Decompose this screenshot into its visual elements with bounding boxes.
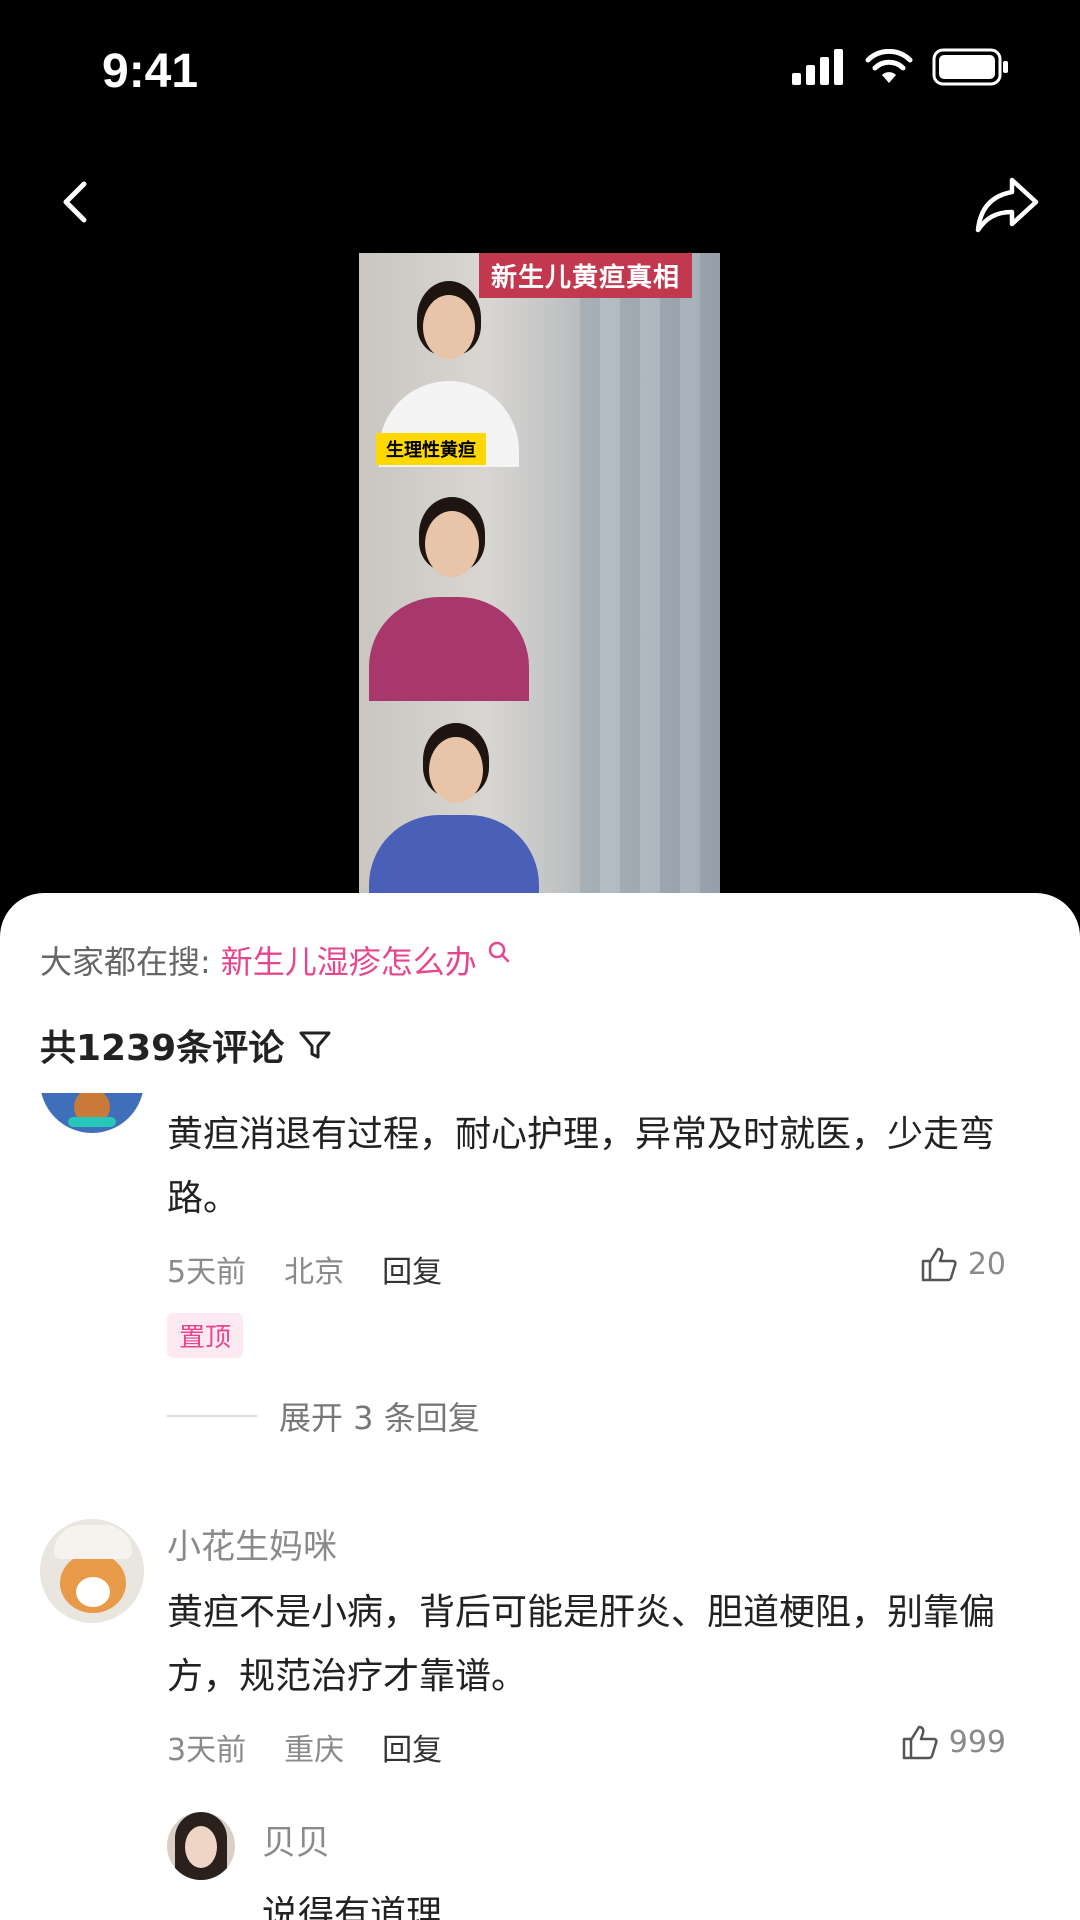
comment-text: 黄疸消退有过程，耐心护理，异常及时就医，少走弯 路。 <box>167 1114 996 1219</box>
thumbs-up-icon <box>921 1247 957 1282</box>
comment-username[interactable]: 小花生妈咪 <box>167 1519 337 1568</box>
trending-search-term[interactable]: 新生儿湿疹怎么办 <box>221 937 477 983</box>
wifi-icon <box>865 49 913 83</box>
like-button[interactable]: 999 <box>901 1723 1006 1761</box>
reply-button[interactable]: 回复 <box>382 1247 442 1291</box>
trending-search: 大家都在搜: 新生儿湿疹怎么办 <box>40 937 511 983</box>
video-frame <box>359 701 720 893</box>
like-button[interactable]: 20 <box>920 1245 1006 1283</box>
top-bar <box>0 160 1080 250</box>
comments-sheet: 大家都在搜: 新生儿湿疹怎么办 共1239条评论 黄疸消退有过程，耐心护理，异常… <box>0 893 1080 1920</box>
comment-time: 5天前 <box>167 1255 247 1290</box>
comment-count: 共1239条评论 <box>40 1028 285 1069</box>
expand-replies-label[interactable]: 展开 3 条回复 <box>279 1393 480 1439</box>
comment-text: 黄疸不是小病，背后可能是肝炎、胆道梗阻，别靠偏 方，规范治疗才靠谱。 <box>167 1592 996 1697</box>
comment-count-row: 共1239条评论 <box>40 1019 332 1071</box>
like-count: 999 <box>948 1724 1006 1760</box>
thumbs-up-icon <box>902 1725 938 1760</box>
expand-replies[interactable]: 展开 3 条回复 <box>167 1393 480 1439</box>
comment-location: 重庆 <box>284 1733 345 1768</box>
video-tag-overlay: 生理性黄疸 <box>376 433 486 465</box>
filter-icon[interactable] <box>298 1028 332 1062</box>
avatar[interactable] <box>40 1519 144 1623</box>
back-icon[interactable] <box>54 180 98 224</box>
pinned-badge: 置顶 <box>167 1313 244 1358</box>
video-frame <box>359 467 720 701</box>
like-count: 20 <box>967 1246 1006 1282</box>
status-time: 9:41 <box>102 45 199 98</box>
reply-button[interactable]: 回复 <box>382 1725 442 1769</box>
avatar[interactable] <box>167 1812 235 1880</box>
reply-text: 说得有道理 <box>262 1894 443 1920</box>
status-bar: 9:41 <box>0 0 1080 140</box>
trending-search-prefix: 大家都在搜: <box>40 943 211 981</box>
search-icon[interactable] <box>487 940 511 964</box>
comment-meta: 5天前 北京 回复 <box>167 1247 442 1291</box>
video-title-overlay: 新生儿黄疸真相 <box>479 253 693 298</box>
video-player[interactable]: 新生儿黄疸真相 生理性黄疸 <box>359 253 720 893</box>
comment-meta: 3天前 重庆 回复 <box>167 1725 442 1769</box>
battery-icon <box>932 48 1008 86</box>
comment-time: 3天前 <box>167 1733 247 1768</box>
share-icon[interactable] <box>974 174 1040 234</box>
comment-list: 黄疸消退有过程，耐心护理，异常及时就医，少走弯 路。 5天前 北京 回复 20 … <box>0 1093 1080 1920</box>
cellular-signal-icon <box>792 49 843 85</box>
comment-location: 北京 <box>284 1255 345 1290</box>
reply-username[interactable]: 贝贝 <box>262 1815 330 1864</box>
avatar[interactable] <box>40 1093 144 1133</box>
